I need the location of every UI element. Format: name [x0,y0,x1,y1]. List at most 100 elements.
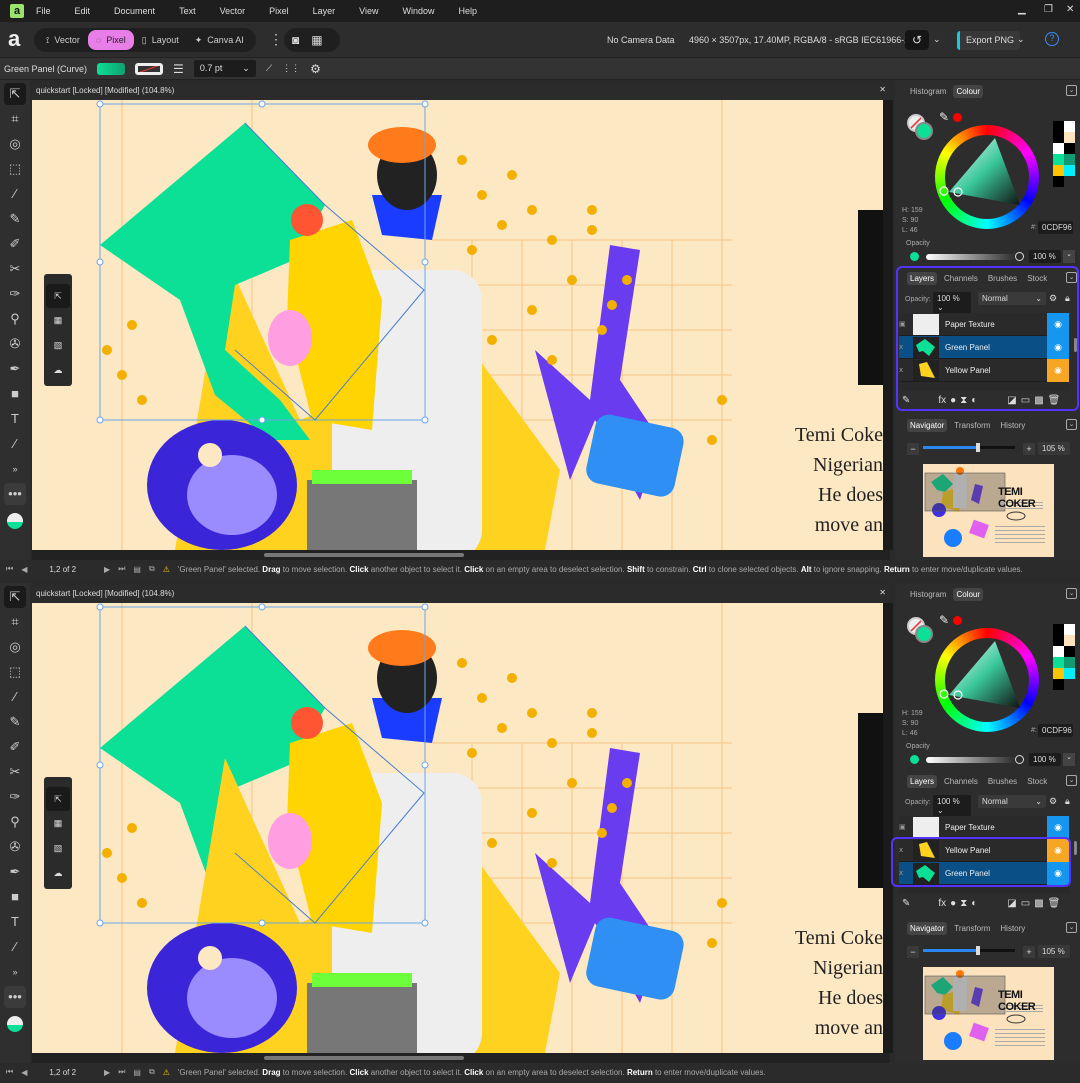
page-icon[interactable]: ▤ [133,565,141,574]
horizontal-scrollbar[interactable] [32,1053,890,1063]
swatch[interactable] [1064,143,1075,154]
tab-histogram[interactable]: Histogram [907,588,949,601]
more-tools-icon[interactable]: ••• [4,483,26,505]
pencil-tool[interactable]: ✐ [4,736,26,758]
layer-opacity-field[interactable]: 100 % ⌄ [933,795,971,817]
menu-text[interactable]: Text [179,6,196,16]
clone-stamp-tool[interactable]: ⚲ [4,308,26,330]
navigator-thumbnail[interactable]: TEMI COKER [923,967,1054,1060]
help-icon[interactable]: ? [1045,32,1059,46]
swatch[interactable] [1053,624,1064,635]
picked-colour-swatch[interactable] [953,616,962,625]
first-page-icon[interactable]: ⏮ [6,1067,13,1077]
persona-pixel[interactable]: ◌ Pixel [87,30,134,50]
dodge-tool[interactable]: ✑ [4,786,26,808]
colour-swatch-icon[interactable] [4,513,26,535]
tab-history[interactable]: History [997,922,1028,935]
group-icon[interactable]: ◪ [1007,898,1016,909]
close-document-icon[interactable]: ✕ [879,588,886,597]
perspective-grid-icon[interactable]: ▧ [44,333,72,358]
chevron-down-icon[interactable]: ⌄ [1063,753,1075,766]
pressure-icon[interactable]: ⟋ [266,63,272,74]
text-tool[interactable]: T [4,911,26,933]
paint-brush-tool[interactable]: ✎ [4,711,26,733]
restore-icon[interactable]: ❐ [1044,4,1053,15]
zoom-field[interactable]: 105 % [1038,442,1070,455]
tab-transform[interactable]: Transform [951,922,993,935]
text-tool[interactable]: T [4,408,26,430]
swatch[interactable] [1053,143,1064,154]
swatch[interactable] [1064,154,1075,165]
swatch[interactable] [1053,657,1064,668]
minimize-icon[interactable]: ▁ [1018,4,1026,15]
tab-stock[interactable]: Stock [1024,775,1050,788]
chevron-down-icon[interactable]: ⌄ [1017,34,1025,45]
document-tab[interactable]: quickstart [Locked] [Modified] (104.8%) ✕ [32,82,890,100]
menu-vector[interactable]: Vector [220,6,246,16]
swatch[interactable] [1064,657,1075,668]
tab-navigator[interactable]: Navigator [907,921,948,935]
swatch[interactable] [1053,176,1064,187]
panel-collapse-icon[interactable]: ⌄ [1066,775,1077,786]
colour-triangle[interactable] [935,125,1039,229]
canvas[interactable]: ⇱ ▦ ▧ ☁ Temi Coke Nigerian He does move … [32,100,883,550]
swatch[interactable] [1053,121,1064,132]
swatch[interactable] [1064,635,1075,646]
navigator-thumbnail[interactable]: TEMI COKER [923,464,1054,557]
persona-vector[interactable]: ⟟ Vector [38,30,88,50]
marquee-tool[interactable]: ⬚ [4,661,26,683]
slider-handle[interactable] [976,946,981,955]
next-page-icon[interactable]: ▶ [104,565,110,574]
close-window-icon[interactable]: ✕ [1066,4,1074,15]
assistant-icon[interactable]: ◙ [292,33,299,47]
hex-input[interactable]: 0CDF96 [1038,724,1073,737]
alignment-icon[interactable]: ⋮⋮ [282,63,300,74]
more-tools-icon[interactable]: ••• [4,986,26,1008]
swatch[interactable] [1053,646,1064,657]
panel-collapse-icon[interactable]: ⌄ [1066,588,1077,599]
swatch[interactable] [1053,679,1064,690]
more-options-icon[interactable]: ⋮ [269,31,283,48]
slider-handle[interactable] [1015,252,1024,261]
layer-row[interactable]: ▣ Paper Texture ◉ [899,816,1069,839]
lock-icon[interactable]: 🔒︎ [1065,796,1070,807]
swatch[interactable] [1064,132,1075,143]
zoom-in-icon[interactable]: + [1023,946,1035,958]
slider-handle[interactable] [1015,755,1024,764]
selection-brush-tool[interactable]: ◎ [4,133,26,155]
gear-icon[interactable]: ⚙ [1049,796,1057,807]
stroke-style-icon[interactable]: ☰ [173,62,184,76]
perspective-grid-icon[interactable]: ▧ [44,836,72,861]
opacity-slider[interactable] [926,252,1024,261]
expand-icon[interactable]: » [4,961,26,983]
persona-canva-ai[interactable]: ✦ Canva AI [187,30,252,50]
menu-help[interactable]: Help [459,6,478,16]
tab-transform[interactable]: Transform [951,419,993,432]
swatch[interactable] [1053,668,1064,679]
stroke-swatch[interactable] [135,62,164,75]
last-page-icon[interactable]: ⏭ [118,564,125,574]
pages-icon[interactable]: ⧉ [149,564,155,574]
folder-icon[interactable]: ▭ [1021,898,1030,909]
zoom-in-icon[interactable]: + [1023,443,1035,455]
healing-tool[interactable]: ✇ [4,333,26,355]
menu-window[interactable]: Window [402,6,434,16]
mesh-grid-icon[interactable]: ▦ [44,308,72,333]
eyedropper-icon[interactable]: ✎ [939,613,949,627]
pen-tool[interactable]: ✒ [4,861,26,883]
first-page-icon[interactable]: ⏮ [6,564,13,574]
move-tool[interactable]: ⇱ [4,83,26,105]
fx-icon[interactable]: fx [938,898,946,909]
blend-mode-select[interactable]: Normal ⌄ [978,795,1046,808]
rectangle-tool[interactable]: ■ [4,886,26,908]
swatch[interactable] [1064,121,1075,132]
fill-swatch[interactable] [97,62,126,75]
snapping-icon[interactable]: ↺ [905,30,929,50]
pixel-layer-icon[interactable]: ▩ [1034,898,1043,909]
tab-navigator[interactable]: Navigator [907,418,948,432]
pencil-tool[interactable]: ✐ [4,233,26,255]
move-tool[interactable]: ⇱ [4,586,26,608]
zoom-out-icon[interactable]: − [907,443,919,455]
swatch[interactable] [1064,646,1075,657]
prev-page-icon[interactable]: ◀ [21,1068,27,1077]
